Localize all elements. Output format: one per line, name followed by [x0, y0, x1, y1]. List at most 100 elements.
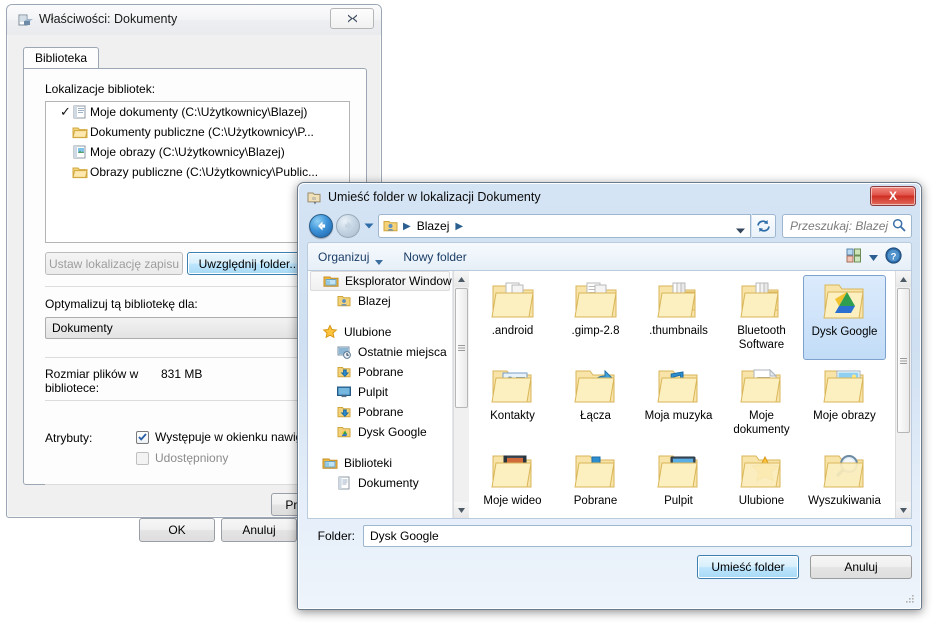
list-item-label: Moje obrazy [813, 410, 876, 422]
locations-label: Lokalizacje bibliotek: [45, 82, 156, 96]
list-item-label: .thumbnails [649, 325, 708, 337]
list-item[interactable]: Moje obrazy [803, 360, 886, 445]
list-item[interactable]: Bluetooth Software [720, 275, 803, 360]
sidebar-item-eksplorator-windows[interactable]: Eksplorator Windows [310, 271, 453, 291]
include-folder-button[interactable]: Uwzględnij folder... [187, 252, 311, 275]
ok-button[interactable]: OK [139, 518, 215, 542]
sidebar-item-biblioteki[interactable]: Biblioteki [308, 453, 452, 473]
scroll-up-icon[interactable] [896, 271, 911, 287]
sidebar-item-label: Dokumenty [358, 476, 419, 490]
folder-docs-icon [489, 278, 537, 322]
list-item[interactable]: .thumbnails [637, 275, 720, 360]
tab-biblioteka[interactable]: Biblioteka [23, 47, 100, 69]
search-input[interactable]: Przeszukaj: Blazej [782, 214, 912, 238]
list-item-label: Łącza [580, 410, 611, 422]
folder-search-icon [821, 448, 869, 492]
grip-icon [900, 357, 907, 364]
toolbar: Organizuj Nowy folder ? [307, 242, 912, 270]
breadcrumb[interactable]: Blazej [415, 219, 452, 233]
library-properties-icon [17, 12, 33, 28]
view-mode-icon[interactable] [846, 248, 862, 266]
list-item[interactable]: Moja muzyka [637, 360, 720, 445]
search-icon[interactable] [892, 218, 906, 235]
folder-download-icon [572, 448, 620, 492]
list-item[interactable]: Kontakty [471, 360, 554, 445]
sidebar-item-dokumenty[interactable]: Dokumenty [308, 473, 452, 493]
list-item[interactable]: Moje dokumenty [720, 360, 803, 445]
list-item-label: Dokumenty publiczne (C:\Użytkownicy\P... [90, 125, 314, 139]
list-item[interactable]: Obrazy publiczne (C:\Użytkownicy\Public.… [46, 162, 349, 182]
cancel-button[interactable]: Anuluj [810, 555, 912, 579]
panes: Eksplorator Windows Blazej Ulubione Osta… [307, 270, 912, 519]
list-item[interactable]: Wyszukiwania [803, 445, 886, 518]
breadcrumb-separator[interactable]: ▶ [451, 221, 467, 232]
attribute-shown-in-nav[interactable]: Występuje w okienku nawigacji [136, 430, 320, 444]
help-icon[interactable]: ? [885, 246, 902, 267]
address-bar[interactable]: ▶ Blazej ▶ [378, 214, 751, 238]
new-folder-button[interactable]: Nowy folder [393, 243, 476, 270]
scrollbar-thumb[interactable] [455, 288, 468, 408]
sidebar-item-blazej[interactable]: Blazej [308, 291, 452, 311]
gdrive-folder-icon [336, 424, 352, 440]
list-item[interactable]: Dokumenty publiczne (C:\Użytkownicy\P... [46, 122, 349, 142]
chevron-down-icon[interactable] [869, 250, 878, 264]
list-item[interactable]: Moje wideo [471, 445, 554, 518]
address-row: ▶ Blazej ▶ Przeszukaj: Blazej [307, 213, 912, 239]
chevron-down-icon[interactable] [363, 221, 375, 231]
sidebar-item-ulubione[interactable]: Ulubione [308, 322, 452, 342]
scroll-down-icon[interactable] [896, 502, 911, 518]
list-item-label: .gimp-2.8 [571, 325, 620, 337]
list-item[interactable]: Pobrane [554, 445, 637, 518]
close-icon[interactable] [330, 8, 374, 29]
set-save-location-button[interactable]: Ustaw lokalizację zapisu [45, 252, 183, 275]
optimize-label: Optymalizuj tą bibliotekę dla: [45, 297, 198, 311]
scroll-up-icon[interactable] [454, 271, 469, 287]
arrow-right-icon[interactable] [336, 214, 360, 238]
attribute-label: Występuje w okienku nawigacji [155, 430, 321, 444]
sidebar-item-pobrane[interactable]: Pobrane [308, 362, 452, 382]
list-item[interactable]: Łącza [554, 360, 637, 445]
search-placeholder: Przeszukaj: Blazej [790, 219, 889, 233]
sidebar-item-dysk-google[interactable]: Dysk Google [308, 422, 452, 442]
browse-frame: Umieść folder w lokalizacji Dokumenty X [298, 183, 921, 609]
folder-icon [72, 164, 88, 180]
sidebar-item-pulpit[interactable]: Pulpit [308, 382, 452, 402]
close-icon[interactable]: X [870, 186, 916, 206]
navpane-scrollbar[interactable] [453, 271, 469, 518]
list-item[interactable]: Moje obrazy (C:\Użytkownicy\Blazej) [46, 142, 349, 162]
user-folder-icon [383, 218, 399, 234]
sidebar-item-ostatnie-miejsca[interactable]: Ostatnie miejsca [308, 342, 452, 362]
browse-title: Umieść folder w lokalizacji Dokumenty [328, 190, 541, 204]
scroll-down-icon[interactable] [454, 502, 469, 518]
navigation-pane[interactable]: Eksplorator Windows Blazej Ulubione Osta… [308, 271, 453, 518]
list-item[interactable]: Ulubione [720, 445, 803, 518]
sidebar-item-label: Ulubione [344, 325, 392, 339]
list-item[interactable]: Pulpit [637, 445, 720, 518]
scrollbar-thumb[interactable] [897, 288, 910, 433]
resize-grip-icon[interactable] [904, 593, 916, 605]
library-size-label: Rozmiar plików w bibliotece: [45, 367, 139, 395]
list-item[interactable]: ✓ Moje dokumenty (C:\Użytkownicy\Blazej) [46, 102, 349, 122]
list-item-label: Moje dokumenty [733, 410, 790, 436]
sidebar-item-label: Biblioteki [344, 456, 393, 470]
folder-gdrive-icon [821, 279, 869, 323]
file-list-pane[interactable]: .android .gimp-2.8 .thumbnails Bluetooth… [469, 271, 895, 518]
list-item-selected[interactable]: Dysk Google [803, 275, 886, 360]
list-item-label: Ulubione [738, 495, 785, 507]
recent-icon [336, 344, 352, 360]
list-item[interactable]: .gimp-2.8 [554, 275, 637, 360]
list-item-label: Dysk Google [811, 326, 878, 338]
place-folder-button[interactable]: Umieść folder [697, 555, 799, 579]
sidebar-item-pobrane-2[interactable]: Pobrane [308, 402, 452, 422]
chevron-down-icon[interactable] [736, 223, 745, 234]
arrow-left-icon[interactable] [309, 214, 333, 238]
sidebar-item-label: Eksplorator Windows [345, 274, 453, 288]
list-item[interactable]: .android [471, 275, 554, 360]
folder-input[interactable]: Dysk Google [363, 525, 912, 547]
cancel-button[interactable]: Anuluj [221, 518, 297, 542]
refresh-icon[interactable] [752, 214, 776, 238]
organize-menu[interactable]: Organizuj [308, 243, 393, 270]
attributes-label: Atrybuty: [45, 431, 93, 445]
filepane-scrollbar[interactable] [895, 271, 911, 518]
folder-stack-icon [655, 278, 703, 322]
